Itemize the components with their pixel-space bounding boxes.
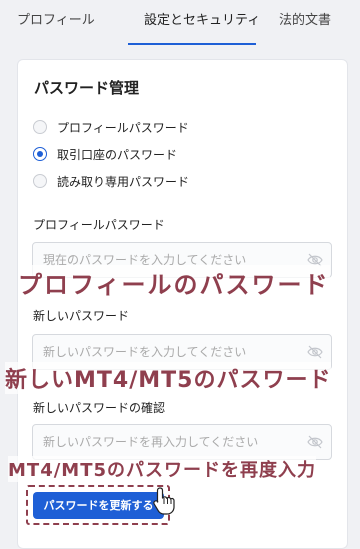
radio-button[interactable] [33,120,47,134]
radio-button[interactable] [33,174,47,188]
eye-off-icon[interactable] [307,345,323,359]
active-tab-indicator [128,43,256,45]
radio-label: 取引口座のパスワード [57,147,178,162]
confirm-password-label: 新しいパスワードの確認 [33,401,166,415]
new-password-label: 新しいパスワード [33,309,130,323]
radio-option-readonly-password[interactable]: 読み取り専用パスワード [33,172,189,190]
confirm-password-input[interactable]: 新しいパスワードを再入力してください [32,424,332,460]
annotation-reenter-password: MT4/MT5のパスワードを再度入力 [8,456,317,482]
annotation-new-password: 新しいMT4/MT5のパスワード [5,362,332,394]
settings-tabs: プロフィール 設定とセキュリティ 法的文書 [0,0,360,48]
hand-pointer-icon [153,487,175,515]
radio-option-profile-password[interactable]: プロフィールパスワード [33,118,189,136]
radio-option-trading-account-password[interactable]: 取引口座のパスワード [33,145,177,163]
section-title: パスワード管理 [34,79,140,97]
current-password-label: プロフィールパスワード [33,218,165,232]
submit-button-highlight: パスワードを更新する [26,485,170,525]
confirm-password-placeholder: 新しいパスワードを再入力してください [43,435,259,449]
radio-label: 読み取り専用パスワード [57,174,190,189]
tab-settings-security[interactable]: 設定とセキュリティ [144,0,260,46]
update-password-button[interactable]: パスワードを更新する [33,492,164,519]
eye-off-icon[interactable] [307,435,323,449]
annotation-profile-password: プロフィールのパスワード [18,265,330,300]
tab-legal-documents[interactable]: 法的文書 [279,0,331,46]
tab-profile[interactable]: プロフィール [17,0,95,46]
radio-label: プロフィールパスワード [57,120,189,135]
new-password-placeholder: 新しいパスワードを入力してください [43,345,247,359]
radio-button-selected[interactable] [33,147,47,161]
